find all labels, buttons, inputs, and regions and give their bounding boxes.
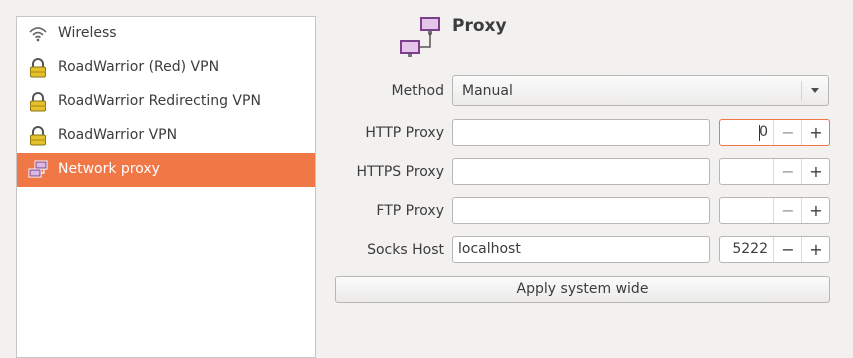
vpn-lock-icon bbox=[30, 58, 46, 78]
socks-host-input[interactable]: localhost bbox=[452, 236, 710, 263]
apply-system-wide-button[interactable]: Apply system wide bbox=[335, 276, 830, 303]
method-combo[interactable]: Manual bbox=[452, 75, 829, 106]
sidebar-item-roadwarrior-red-vpn[interactable]: RoadWarrior (Red) VPN bbox=[17, 51, 315, 85]
https-proxy-port-spinner[interactable]: − + bbox=[719, 158, 830, 185]
http-proxy-port-spinner[interactable]: 0 − + bbox=[719, 119, 830, 146]
https-proxy-host-input[interactable] bbox=[452, 158, 710, 185]
ftp-proxy-label: FTP Proxy bbox=[376, 203, 444, 219]
network-proxy-icon bbox=[28, 160, 48, 178]
method-value: Manual bbox=[462, 83, 513, 99]
vpn-lock-icon bbox=[30, 126, 46, 146]
ftp-proxy-host-input[interactable] bbox=[452, 197, 710, 224]
http-proxy-port-value: 0 bbox=[759, 124, 768, 140]
wireless-icon bbox=[29, 27, 47, 42]
http-proxy-label: HTTP Proxy bbox=[365, 125, 444, 141]
chevron-down-icon bbox=[811, 88, 819, 93]
increment-button[interactable]: + bbox=[801, 120, 830, 145]
connections-sidebar: Wireless RoadWarrior (Red) VPN RoadWarri… bbox=[16, 16, 316, 358]
sidebar-item-label: Network proxy bbox=[58, 161, 160, 177]
network-proxy-icon bbox=[400, 17, 440, 57]
socks-port-value: 5222 bbox=[732, 241, 768, 257]
increment-button[interactable]: + bbox=[801, 159, 830, 184]
decrement-button[interactable]: − bbox=[773, 198, 802, 223]
increment-button[interactable]: + bbox=[801, 237, 830, 262]
sidebar-item-label: RoadWarrior Redirecting VPN bbox=[58, 93, 261, 109]
socks-host-value: localhost bbox=[458, 241, 521, 257]
socks-host-label: Socks Host bbox=[367, 242, 444, 258]
decrement-button[interactable]: − bbox=[773, 237, 802, 262]
sidebar-item-network-proxy[interactable]: Network proxy bbox=[17, 153, 315, 187]
sidebar-item-label: Wireless bbox=[58, 25, 117, 41]
page-title: Proxy bbox=[452, 16, 507, 36]
ftp-proxy-port-spinner[interactable]: − + bbox=[719, 197, 830, 224]
sidebar-item-roadwarrior-redirecting-vpn[interactable]: RoadWarrior Redirecting VPN bbox=[17, 85, 315, 119]
decrement-button[interactable]: − bbox=[773, 120, 802, 145]
socks-port-spinner[interactable]: 5222 − + bbox=[719, 236, 830, 263]
decrement-button[interactable]: − bbox=[773, 159, 802, 184]
method-label: Method bbox=[391, 83, 444, 99]
text-caret bbox=[759, 125, 760, 141]
combo-separator bbox=[801, 81, 802, 101]
sidebar-item-roadwarrior-vpn[interactable]: RoadWarrior VPN bbox=[17, 119, 315, 153]
sidebar-item-wireless[interactable]: Wireless bbox=[17, 17, 315, 51]
vpn-lock-icon bbox=[30, 92, 46, 112]
https-proxy-label: HTTPS Proxy bbox=[356, 164, 444, 180]
http-proxy-host-input[interactable] bbox=[452, 119, 710, 146]
sidebar-item-label: RoadWarrior VPN bbox=[58, 127, 178, 143]
increment-button[interactable]: + bbox=[801, 198, 830, 223]
sidebar-item-label: RoadWarrior (Red) VPN bbox=[58, 59, 220, 75]
